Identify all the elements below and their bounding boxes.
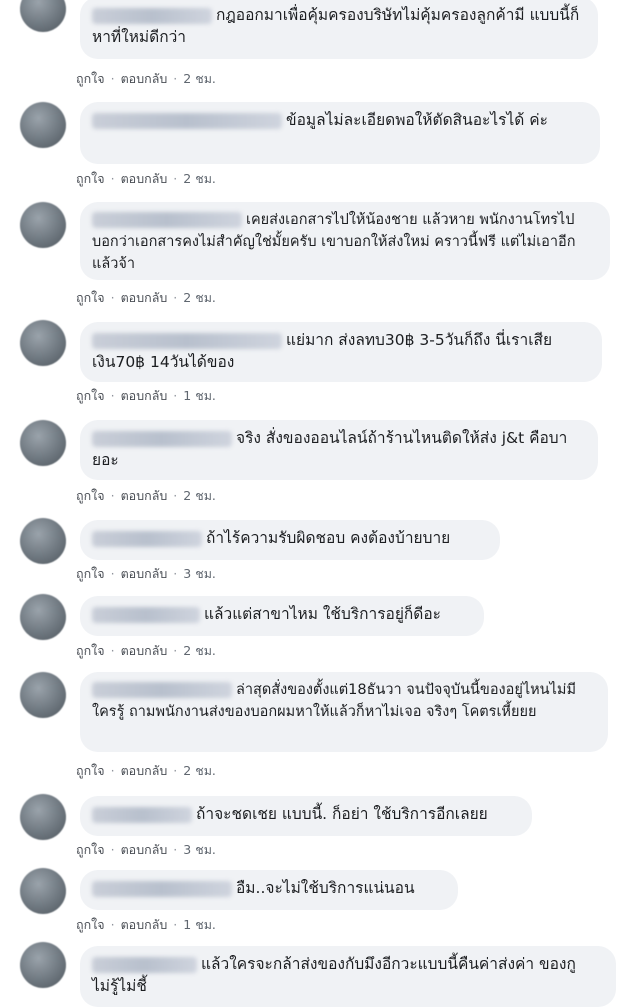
avatar[interactable]: [20, 594, 66, 640]
comment-text: แล้วแต่สาขาไหม ใช้บริการอยู่ก็ดีอะ: [204, 605, 442, 623]
commenter-name[interactable]: [92, 430, 232, 447]
avatar[interactable]: [20, 868, 66, 914]
commenter-name[interactable]: [92, 212, 242, 228]
separator: ·: [173, 842, 178, 857]
comment-timestamp[interactable]: 2 ชม.: [183, 763, 216, 778]
commenter-name[interactable]: [92, 880, 232, 897]
comment-text: อืม..จะไม่ใช้บริการแน่นอน: [236, 879, 415, 897]
comment-timestamp[interactable]: 1 ชม.: [183, 388, 216, 403]
avatar[interactable]: [20, 102, 66, 148]
like-link[interactable]: ถูกใจ: [76, 71, 105, 86]
separator: ·: [173, 566, 178, 581]
separator: ·: [110, 388, 115, 403]
avatar[interactable]: [20, 320, 66, 366]
comment-bubble: ถ้าจะชดเชย แบบนี้. ก็อย่า ใช้บริการอีกเล…: [80, 796, 532, 836]
like-link[interactable]: ถูกใจ: [76, 917, 105, 932]
reply-link[interactable]: ตอบกลับ: [121, 566, 168, 581]
comment-text: ถ้าจะชดเชย แบบนี้. ก็อย่า ใช้บริการอีกเล…: [196, 805, 488, 823]
separator: ·: [110, 566, 115, 581]
separator: ·: [173, 488, 178, 503]
separator: ·: [110, 171, 115, 186]
separator: ·: [173, 71, 178, 86]
comment-actions: ถูกใจ · ตอบกลับ · 2 ชม.: [76, 288, 222, 308]
separator: ·: [110, 763, 115, 778]
comment-timestamp[interactable]: 1 ชม.: [183, 917, 216, 932]
comment-bubble: อืม..จะไม่ใช้บริการแน่นอน: [80, 870, 458, 910]
like-link[interactable]: ถูกใจ: [76, 290, 105, 305]
separator: ·: [110, 643, 115, 658]
comment-timestamp[interactable]: 2 ชม.: [183, 290, 216, 305]
commenter-name[interactable]: [92, 606, 200, 623]
comment-timestamp[interactable]: 2 ชม.: [183, 488, 216, 503]
comment-timestamp[interactable]: 2 ชม.: [183, 171, 216, 186]
comment-actions: ถูกใจ · ตอบกลับ · 1 ชม.: [76, 915, 222, 935]
avatar[interactable]: [20, 202, 66, 248]
reply-link[interactable]: ตอบกลับ: [121, 71, 168, 86]
commenter-name[interactable]: [92, 682, 232, 698]
avatar[interactable]: [20, 942, 66, 988]
separator: ·: [110, 290, 115, 305]
separator: ·: [110, 71, 115, 86]
comment-actions: ถูกใจ · ตอบกลับ · 2 ชม.: [76, 169, 222, 189]
comment-text: ข้อมูลไม่ละเอียดพอให้ตัดสินอะไรได้ ค่ะ: [286, 111, 548, 129]
comment-actions: ถูกใจ · ตอบกลับ · 2 ชม.: [76, 486, 222, 506]
separator: ·: [110, 917, 115, 932]
comment-bubble: แล้วใครจะกล้าส่งของกับมึงอีกวะแบบนี้คืนค…: [80, 946, 616, 1007]
separator: ·: [173, 290, 178, 305]
like-link[interactable]: ถูกใจ: [76, 171, 105, 186]
avatar[interactable]: [20, 794, 66, 840]
like-link[interactable]: ถูกใจ: [76, 488, 105, 503]
commenter-name[interactable]: [92, 806, 192, 823]
comment-timestamp[interactable]: 2 ชม.: [183, 643, 216, 658]
comment-actions: ถูกใจ · ตอบกลับ · 1 ชม.: [76, 386, 222, 406]
like-link[interactable]: ถูกใจ: [76, 388, 105, 403]
avatar[interactable]: [20, 518, 66, 564]
comment-actions: ถูกใจ · ตอบกลับ · 3 ชม.: [76, 564, 222, 584]
reply-link[interactable]: ตอบกลับ: [121, 842, 168, 857]
separator: ·: [173, 171, 178, 186]
comment-timestamp[interactable]: 2 ชม.: [183, 71, 216, 86]
comment-bubble: แล้วแต่สาขาไหม ใช้บริการอยู่ก็ดีอะ: [80, 596, 484, 636]
like-link[interactable]: ถูกใจ: [76, 643, 105, 658]
comment-actions: ถูกใจ · ตอบกลับ · 3 ชม.: [76, 840, 222, 860]
separator: ·: [173, 917, 178, 932]
like-link[interactable]: ถูกใจ: [76, 842, 105, 857]
separator: ·: [173, 763, 178, 778]
separator: ·: [173, 643, 178, 658]
separator: ·: [173, 388, 178, 403]
reply-link[interactable]: ตอบกลับ: [121, 488, 168, 503]
comment-bubble: แย่มาก ส่งลทบ30฿ 3-5วันก็ถึง นี่เราเสีย …: [80, 322, 602, 382]
reply-link[interactable]: ตอบกลับ: [121, 290, 168, 305]
commenter-name[interactable]: [92, 7, 212, 24]
comment-bubble: กฎออกมาเพื่อคุ้มครองบริษัทไม่คุ้มครองลูก…: [80, 0, 598, 59]
comment-timestamp[interactable]: 3 ชม.: [183, 566, 216, 581]
comment-bubble: จริง สั่งของออนไลน์ถ้าร้านไหนติดให้ส่ง j…: [80, 420, 598, 480]
avatar[interactable]: [20, 420, 66, 466]
comment-actions: ถูกใจ · ตอบกลับ · 2 ชม.: [76, 761, 222, 781]
comment-text: ถ้าไร้ความรับผิดชอบ คงต้องบ้ายบาย: [206, 529, 451, 547]
reply-link[interactable]: ตอบกลับ: [121, 171, 168, 186]
comment-timestamp[interactable]: 3 ชม.: [183, 842, 216, 857]
comment-bubble: ล่าสุดสั่งของตั้งแต่18ธันวา จนปัจจุบันนี…: [80, 672, 608, 752]
comment-bubble: เคยส่งเอกสารไปให้น้องชาย แล้วหาย พนักงาน…: [80, 202, 610, 280]
like-link[interactable]: ถูกใจ: [76, 566, 105, 581]
commenter-name[interactable]: [92, 112, 282, 129]
commenter-name[interactable]: [92, 530, 202, 547]
separator: ·: [110, 842, 115, 857]
comment-actions: ถูกใจ · ตอบกลับ · 2 ชม.: [76, 641, 222, 661]
comment-bubble: ถ้าไร้ความรับผิดชอบ คงต้องบ้ายบาย: [80, 520, 500, 560]
avatar[interactable]: [20, 672, 66, 718]
separator: ·: [110, 488, 115, 503]
like-link[interactable]: ถูกใจ: [76, 763, 105, 778]
commenter-name[interactable]: [92, 956, 197, 973]
reply-link[interactable]: ตอบกลับ: [121, 643, 168, 658]
avatar[interactable]: [20, 0, 66, 32]
reply-link[interactable]: ตอบกลับ: [121, 388, 168, 403]
reply-link[interactable]: ตอบกลับ: [121, 763, 168, 778]
commenter-name[interactable]: [92, 332, 282, 349]
comment-bubble: ข้อมูลไม่ละเอียดพอให้ตัดสินอะไรได้ ค่ะ: [80, 102, 600, 164]
reply-link[interactable]: ตอบกลับ: [121, 917, 168, 932]
comment-actions: ถูกใจ · ตอบกลับ · 2 ชม.: [76, 69, 222, 89]
